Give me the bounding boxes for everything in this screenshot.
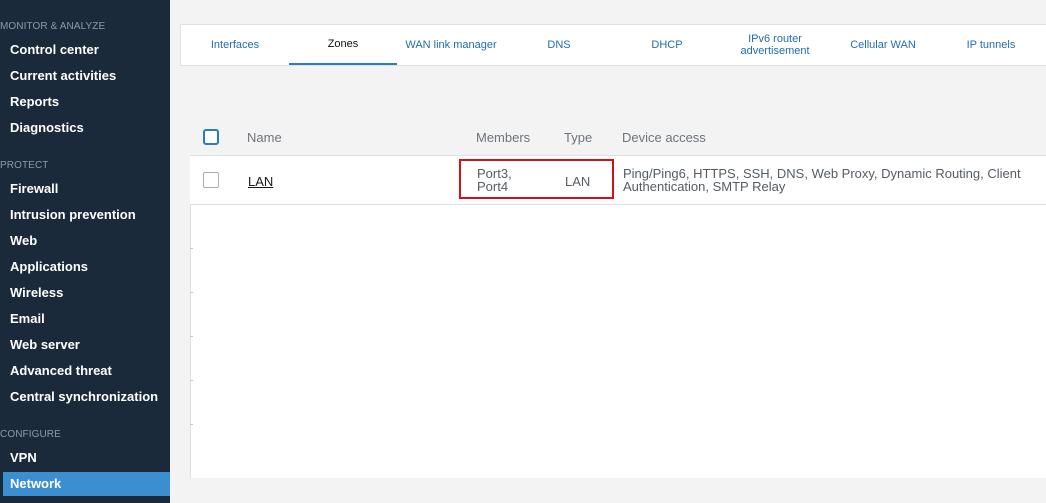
sidebar-item-wireless[interactable]: Wireless — [0, 281, 170, 305]
section-title-protect: PROTECT — [0, 160, 49, 171]
sidebar-item-web-server[interactable]: Web server — [0, 333, 170, 357]
column-header-device-access[interactable]: Device access — [622, 130, 706, 145]
sidebar-item-vpn[interactable]: VPN — [0, 446, 170, 470]
tab-interfaces[interactable]: Interfaces — [181, 25, 289, 65]
sidebar-item-network[interactable]: Network — [3, 472, 170, 496]
select-all-checkbox[interactable] — [203, 129, 219, 145]
sidebar-item-control-center[interactable]: Control center — [0, 38, 170, 62]
zone-name-link[interactable]: LAN — [248, 174, 273, 189]
column-header-type[interactable]: Type — [564, 130, 592, 145]
section-title-configure: CONFIGURE — [0, 429, 61, 440]
highlight-box — [459, 159, 614, 199]
tab-zones[interactable]: Zones — [289, 25, 397, 65]
column-header-name[interactable]: Name — [247, 130, 282, 145]
row-tick — [190, 292, 193, 293]
table-row: LAN Port3, Port4 LAN Ping/Ping6, HTTPS, … — [190, 156, 1046, 205]
tab-bar: Interfaces Zones WAN link manager DNS DH… — [180, 24, 1046, 66]
sidebar-item-advanced-threat[interactable]: Advanced threat — [0, 359, 170, 383]
tab-dhcp[interactable]: DHCP — [613, 25, 721, 65]
tab-ipv6-router-advertisement[interactable]: IPv6 router advertisement — [721, 25, 829, 65]
table-header: Name Members Type Device access — [190, 116, 1046, 156]
row-checkbox[interactable] — [203, 172, 219, 188]
tab-ip-tunnels[interactable]: IP tunnels — [937, 25, 1045, 65]
column-header-members[interactable]: Members — [476, 130, 530, 145]
sidebar-item-current-activities[interactable]: Current activities — [0, 64, 170, 88]
sidebar-item-intrusion-prevention[interactable]: Intrusion prevention — [0, 203, 170, 227]
zone-device-access: Ping/Ping6, HTTPS, SSH, DNS, Web Proxy, … — [623, 166, 1021, 194]
main-content: Interfaces Zones WAN link manager DNS DH… — [170, 0, 1046, 503]
sidebar: MONITOR & ANALYZE Control center Current… — [0, 0, 170, 503]
sidebar-item-central-synchronization[interactable]: Central synchronization — [0, 385, 170, 409]
sidebar-item-reports[interactable]: Reports — [0, 90, 170, 114]
tab-cellular-wan[interactable]: Cellular WAN — [829, 25, 937, 65]
row-tick — [190, 248, 193, 249]
section-title-monitor: MONITOR & ANALYZE — [0, 21, 106, 32]
row-tick — [190, 336, 193, 337]
sidebar-item-firewall[interactable]: Firewall — [0, 177, 170, 201]
zones-table: Name Members Type Device access LAN Port… — [190, 116, 1046, 478]
tab-wan-link-manager[interactable]: WAN link manager — [397, 25, 505, 65]
row-tick — [190, 380, 193, 381]
tab-dns[interactable]: DNS — [505, 25, 613, 65]
row-tick — [190, 424, 193, 425]
sidebar-item-web[interactable]: Web — [0, 229, 170, 253]
sidebar-item-applications[interactable]: Applications — [0, 255, 170, 279]
table-left-border — [190, 205, 191, 478]
sidebar-item-diagnostics[interactable]: Diagnostics — [0, 116, 170, 140]
sidebar-item-email[interactable]: Email — [0, 307, 170, 331]
